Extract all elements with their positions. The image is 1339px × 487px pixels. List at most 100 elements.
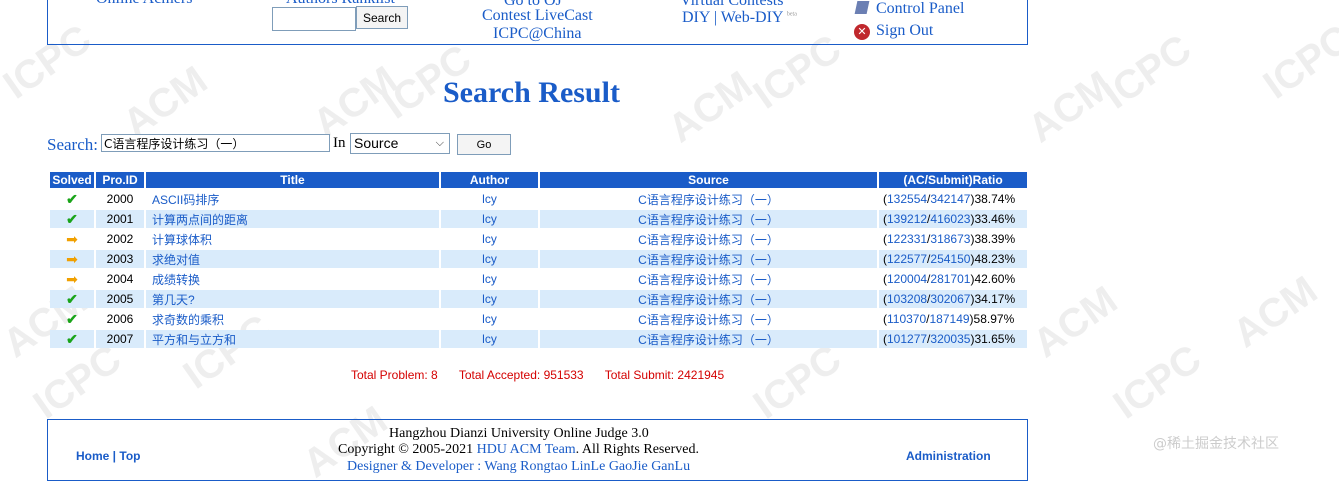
submit-count-link[interactable]: 281701 (930, 272, 970, 286)
ratio-value: 42.60% (974, 272, 1016, 286)
problem-title-link[interactable]: 计算两点间的距离 (146, 210, 439, 228)
accepted-count-link[interactable]: 120004 (887, 272, 927, 286)
online-acmers-link[interactable]: Online Acmers (96, 0, 192, 8)
sign-out-item[interactable]: ✕ Sign Out (854, 22, 933, 40)
home-link[interactable]: Home (76, 449, 109, 463)
solved-cell: ✔ (50, 330, 94, 348)
author-link[interactable]: lcy (441, 270, 538, 288)
ratio-cell: (122577/254150)48.23% (879, 250, 1027, 268)
column-header-proid: Pro.ID (96, 172, 144, 188)
top-link[interactable]: Top (119, 449, 140, 463)
check-icon: ✔ (66, 290, 78, 307)
acm-watermark: ACM (660, 62, 761, 152)
author-link[interactable]: lcy (441, 210, 538, 228)
problem-title-link[interactable]: 计算球体积 (146, 230, 439, 248)
footer-copyright: Copyright © 2005-2021 HDU ACM Team. All … (338, 442, 699, 458)
problem-id: 2000 (106, 192, 134, 206)
footer-nav: Home | Top (76, 449, 141, 463)
accepted-count-link[interactable]: 122577 (887, 252, 927, 266)
author-link[interactable]: lcy (441, 250, 538, 268)
source-link[interactable]: C语言程序设计练习（一） (540, 330, 877, 348)
author-link[interactable]: lcy (441, 310, 538, 328)
source-link[interactable]: C语言程序设计练习（一） (540, 310, 877, 328)
source-link[interactable]: C语言程序设计练习（一） (540, 230, 877, 248)
problem-id: 2004 (106, 272, 134, 286)
search-field-select[interactable]: Source ⌵ (350, 133, 450, 154)
ranklist-search-input[interactable] (272, 7, 356, 31)
icpc-watermark: ICPC (1105, 336, 1210, 428)
source-link[interactable]: C语言程序设计练习（一） (540, 190, 877, 208)
diy-link[interactable]: DIY (682, 9, 710, 26)
pencil-icon (854, 1, 870, 14)
problem-title-link[interactable]: 第几天? (146, 290, 439, 308)
table-row: ➡ 2002 计算球体积 lcy C语言程序设计练习（一） (122331/318673)… (50, 230, 1027, 248)
submit-count-link[interactable]: 187149 (930, 312, 970, 326)
ratio-value: 34.17% (974, 292, 1016, 306)
solved-cell: ➡ (50, 230, 94, 248)
accepted-count-link[interactable]: 103208 (887, 292, 927, 306)
search-input[interactable] (101, 134, 330, 152)
totals-line: Total Problem: 8 Total Accepted: 951533 … (351, 368, 742, 382)
accepted-count-link[interactable]: 132554 (887, 192, 927, 206)
problem-title-link[interactable]: 平方和与立方和 (146, 330, 439, 348)
hdu-acm-team-link[interactable]: HDU ACM Team (477, 442, 576, 457)
table-header-row: Solved Pro.ID Title Author Source (AC/Su… (50, 172, 1027, 188)
author-link[interactable]: lcy (441, 290, 538, 308)
footer-box: Home | Top Hangzhou Dianzi University On… (47, 419, 1028, 481)
problem-id: 2006 (106, 312, 134, 326)
go-button[interactable]: Go (457, 134, 511, 155)
submit-count-link[interactable]: 302067 (930, 292, 970, 306)
contest-livecast-link[interactable]: Contest LiveCast (482, 7, 593, 25)
table-row: ➡ 2003 求绝对值 lcy C语言程序设计练习（一） (122577/254150)4… (50, 250, 1027, 268)
accepted-count-link[interactable]: 139212 (887, 212, 927, 226)
acm-watermark: ACM (1225, 267, 1326, 357)
submit-count-link[interactable]: 416023 (930, 212, 970, 226)
accepted-count-link[interactable]: 110370 (887, 312, 926, 326)
accepted-count-link[interactable]: 122331 (887, 232, 927, 246)
solved-cell: ✔ (50, 310, 94, 328)
icpc-china-link[interactable]: ICPC@China (493, 25, 582, 43)
icpc-watermark: ICPC (25, 336, 130, 428)
source-link[interactable]: C语言程序设计练习（一） (540, 290, 877, 308)
control-panel-item[interactable]: Control Panel (854, 0, 965, 18)
icpc-watermark: ICPC (745, 336, 850, 428)
table-row: ✔ 2006 求奇数的乘积 lcy C语言程序设计练习（一） (110370/187149… (50, 310, 1027, 328)
solved-cell: ➡ (50, 250, 94, 268)
source-link[interactable]: C语言程序设计练习（一） (540, 270, 877, 288)
ratio-value: 48.23% (974, 252, 1016, 266)
close-icon: ✕ (854, 24, 870, 40)
author-link[interactable]: lcy (441, 230, 538, 248)
beta-badge: beta (786, 11, 797, 18)
total-accepted: Total Accepted: 951533 (458, 368, 584, 382)
author-link[interactable]: lcy (441, 330, 538, 348)
web-diy-link[interactable]: Web-DIY (721, 9, 783, 26)
control-panel-label: Control Panel (876, 0, 965, 17)
chevron-down-icon: ⌵ (435, 137, 444, 149)
ranklist-search-button[interactable]: Search (356, 6, 408, 29)
administration-link[interactable]: Administration (906, 449, 991, 463)
source-link[interactable]: C语言程序设计练习（一） (540, 210, 877, 228)
submit-count-link[interactable]: 318673 (930, 232, 970, 246)
author-link[interactable]: lcy (441, 190, 538, 208)
submit-count-link[interactable]: 254150 (930, 252, 970, 266)
diy-links: DIY | Web-DIY beta (682, 9, 797, 27)
ratio-value: 31.65% (974, 332, 1016, 346)
accepted-count-link[interactable]: 101277 (887, 332, 927, 346)
problem-title-link[interactable]: ASCII码排序 (146, 190, 439, 208)
submit-count-link[interactable]: 320035 (930, 332, 970, 346)
problem-title-link[interactable]: 求绝对值 (146, 250, 439, 268)
problem-id: 2003 (96, 250, 144, 268)
juejin-watermark: @稀土掘金技术社区 (1153, 436, 1279, 452)
ratio-cell: (132554/342147)38.74% (883, 192, 1016, 206)
solved-cell: ✔ (50, 210, 94, 228)
table-row: ✔ 2001 计算两点间的距离 lcy C语言程序设计练习（一） (139212/4160… (50, 210, 1027, 228)
problem-title-link[interactable]: 成绩转换 (146, 270, 439, 288)
page-title: Search Result (443, 76, 620, 109)
check-icon: ✔ (66, 310, 78, 327)
source-link[interactable]: C语言程序设计练习（一） (540, 250, 877, 268)
table-row: ✔ 2005 第几天? lcy C语言程序设计练习（一） (103208/302067)3… (50, 290, 1027, 308)
column-header-ratio: (AC/Submit)Ratio (879, 172, 1027, 188)
problem-title-link[interactable]: 求奇数的乘积 (146, 310, 439, 328)
problem-id: 2007 (96, 330, 144, 348)
submit-count-link[interactable]: 342147 (930, 192, 970, 206)
